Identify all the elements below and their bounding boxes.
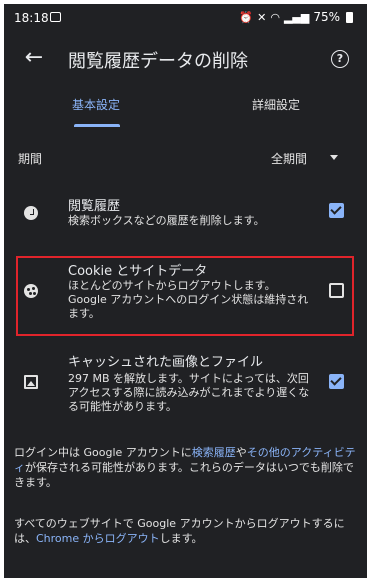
search-history-link[interactable]: 検索履歴 [192, 446, 236, 459]
cookies-description: ほとんどのサイトからログアウトします。Google アカウントへのログイン状態は… [68, 279, 309, 320]
alarm-icon: ⏰ [239, 10, 254, 24]
browsing-history-title: 閲覧履歴 [68, 199, 121, 214]
gallery-notification-icon [50, 12, 61, 22]
signal-icon: ▂▄▆ [283, 10, 310, 24]
cookies-checkbox[interactable] [329, 283, 344, 298]
clock-icon [24, 206, 38, 220]
cache-checkbox[interactable] [329, 374, 344, 389]
chevron-down-icon[interactable] [330, 155, 338, 160]
status-bar: 18:18 ⏰ ✕ ◠ ▂▄▆ 75% [4, 4, 367, 30]
period-label: 期間 [18, 152, 43, 166]
activity-notice-text-1: ログイン中は Google アカウントに [14, 446, 192, 459]
cache-title: キャッシュされた画像とファイル [68, 355, 264, 370]
signout-notice-text-2: します。 [159, 532, 203, 545]
image-icon [24, 375, 38, 389]
activity-notice-text-3: が保存される可能性があります。これらのデータはいつでも削除できます。 [14, 461, 354, 489]
mute-icon: ✕ [257, 10, 267, 24]
cookies-title: Cookie とサイトデータ [68, 264, 208, 279]
battery-percent: 75% [313, 10, 340, 24]
browsing-history-checkbox[interactable] [329, 203, 344, 218]
status-time: 18:18 [14, 11, 49, 25]
help-icon[interactable]: ? [331, 50, 349, 68]
status-right: ⏰ ✕ ◠ ▂▄▆ 75% [239, 10, 353, 24]
activity-notice-text-2: や [235, 446, 247, 459]
activity-notice: ログイン中は Google アカウントに検索履歴やその他のアクティビティが保存さ… [14, 445, 357, 490]
page-title: 閲覧履歴データの削除 [68, 51, 248, 72]
tab-basic-settings[interactable]: 基本設定 [72, 96, 120, 113]
battery-icon [346, 11, 353, 23]
chrome-signout-link[interactable]: Chrome からログアウト [36, 532, 160, 545]
tab-indicator [74, 124, 120, 127]
tab-advanced-settings[interactable]: 詳細設定 [252, 96, 300, 113]
period-dropdown[interactable]: 全期間 [271, 150, 307, 167]
cache-description: 297 MB を解放します。サイトによっては、次回アクセスする際に読み込みがこれ… [68, 372, 310, 413]
cookie-icon [24, 284, 38, 298]
signout-notice: すべてのウェブサイトで Google アカウントからログアウトするには、Chro… [14, 516, 357, 546]
app-bar: ← 閲覧履歴データの削除 ? [4, 30, 367, 90]
browsing-history-description: 検索ボックスなどの履歴を削除します。 [68, 214, 265, 227]
wifi-icon: ◠ [270, 10, 280, 24]
back-arrow-icon[interactable]: ← [18, 42, 50, 74]
clear-browsing-data-screen: 18:18 ⏰ ✕ ◠ ▂▄▆ 75% ← 閲覧履歴データの削除 ? 基本設定 … [4, 4, 367, 578]
